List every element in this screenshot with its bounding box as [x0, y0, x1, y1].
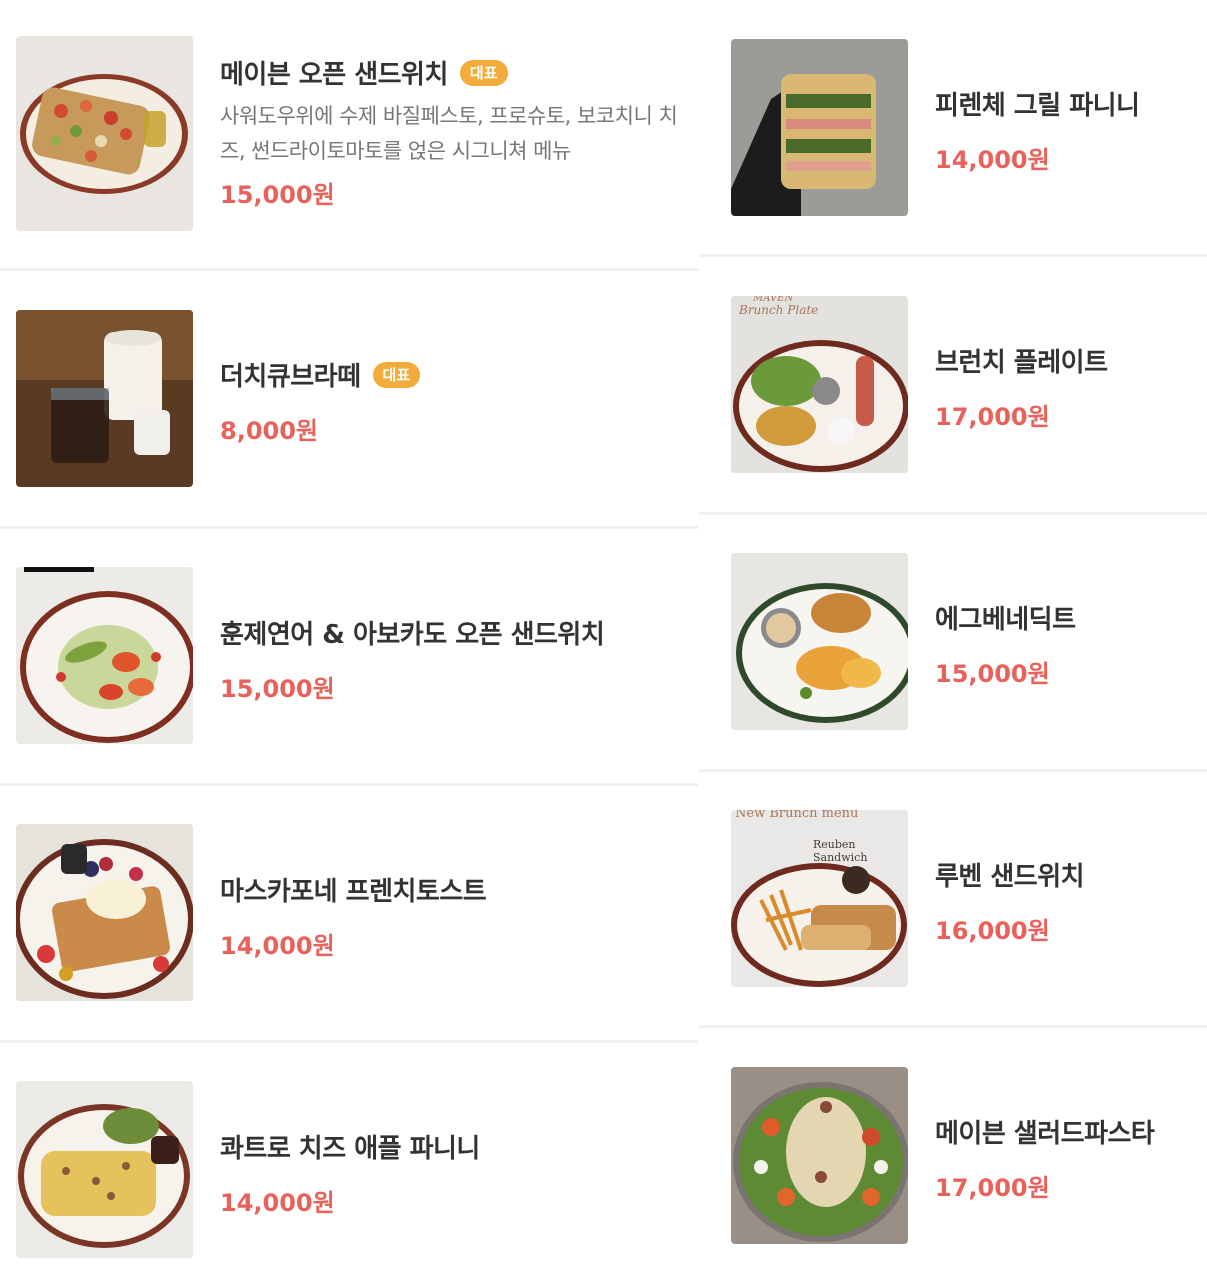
menu-item-price: 15,000원: [220, 675, 335, 703]
menu-item-info: 메이븐 오픈 샌드위치 대표 사워도우위에 수제 바질페스토, 프로슈토, 보코…: [220, 54, 690, 210]
menu-column-left: 메이븐 오픈 샌드위치 대표 사워도우위에 수제 바질페스토, 프로슈토, 보코…: [0, 0, 698, 1270]
menu-item[interactable]: MAVEN Brunch Plate 브런치 플레이트 17,000원: [699, 257, 1207, 513]
menu-item-name-row: 브런치 플레이트: [935, 342, 1108, 379]
menu-item-price: 8,000원: [220, 417, 318, 445]
menu-item-photo: [16, 567, 193, 744]
menu-item-name: 루벤 샌드위치: [935, 862, 1085, 892]
menu-item[interactable]: 콰트로 치즈 애플 파니니 14,000원: [0, 1043, 698, 1270]
food-photo-open-sandwich: [16, 36, 193, 231]
signature-badge: 대표: [372, 361, 421, 388]
menu-item-name: 콰트로 치즈 애플 파니니: [220, 1134, 480, 1164]
menu-item-name: 피렌체 그릴 파니니: [935, 91, 1140, 121]
food-photo-reuben: [731, 810, 908, 987]
menu-item-name: 메이븐 샐러드파스타: [935, 1119, 1155, 1149]
menu-item-photo: [731, 39, 908, 216]
food-photo-eggs-benedict: [731, 553, 908, 730]
menu-item-info: 브런치 플레이트 17,000원: [935, 342, 1108, 432]
menu-item-price: 15,000원: [220, 181, 335, 209]
menu-item-name: 메이븐 오픈 샌드위치: [220, 60, 448, 90]
menu-item-photo: [731, 1067, 908, 1244]
menu-item-name-row: 메이븐 오픈 샌드위치 대표: [220, 54, 690, 91]
menu-item-name-row: 마스카포네 프렌치토스트: [220, 871, 487, 908]
menu-item-photo: [731, 553, 908, 730]
menu-item[interactable]: 메이븐 샐러드파스타 17,000원: [699, 1028, 1207, 1270]
menu-item-photo: New Brunch menu Reuben Sandwich: [731, 810, 908, 987]
menu-item-info: 훈제연어 & 아보카도 오픈 샌드위치 15,000원: [220, 614, 605, 704]
food-photo-french-toast: [16, 824, 193, 1001]
menu-item-info: 콰트로 치즈 애플 파니니 14,000원: [220, 1128, 480, 1218]
menu-item-photo: [16, 1081, 193, 1258]
photo-caption-sub: Brunch Plate: [739, 303, 819, 317]
menu-item-price: 14,000원: [220, 932, 335, 960]
food-photo-brunch-plate: [731, 296, 908, 473]
menu-item-info: 마스카포네 프렌치토스트 14,000원: [220, 871, 487, 961]
food-photo-dutch-latte: [16, 310, 193, 487]
photo-caption-top: New Brunch menu: [735, 810, 859, 821]
food-photo-apple-panini: [16, 1081, 193, 1258]
menu-item-photo: [16, 824, 193, 1001]
menu-item-info: 루벤 샌드위치 16,000원: [935, 856, 1085, 946]
menu-item-info: 메이븐 샐러드파스타 17,000원: [935, 1113, 1155, 1203]
menu-item-name: 마스카포네 프렌치토스트: [220, 877, 487, 907]
menu-item[interactable]: 마스카포네 프렌치토스트 14,000원: [0, 786, 698, 1042]
menu-item-name-row: 피렌체 그릴 파니니: [935, 85, 1140, 122]
food-photo-salad-pasta: [731, 1067, 908, 1244]
menu-item-price: 14,000원: [220, 1189, 335, 1217]
menu-item-name: 훈제연어 & 아보카도 오픈 샌드위치: [220, 620, 605, 650]
photo-caption-sub: Reuben Sandwich: [813, 838, 868, 864]
menu-page: 메이븐 오픈 샌드위치 대표 사워도우위에 수제 바질페스토, 프로슈토, 보코…: [0, 0, 1207, 1270]
menu-item-name-row: 콰트로 치즈 애플 파니니: [220, 1128, 480, 1165]
menu-item-name-row: 메이븐 샐러드파스타: [935, 1113, 1155, 1150]
menu-item[interactable]: 메이븐 오픈 샌드위치 대표 사워도우위에 수제 바질페스토, 프로슈토, 보코…: [0, 0, 698, 269]
food-photo-grill-panini: [731, 39, 908, 216]
menu-item-name: 브런치 플레이트: [935, 348, 1108, 378]
food-photo-salmon-avocado: [16, 567, 193, 744]
menu-item-photo: [16, 310, 193, 487]
menu-item[interactable]: 에그베네딕트 15,000원: [699, 514, 1207, 770]
menu-item-info: 에그베네딕트 15,000원: [935, 599, 1076, 689]
menu-item[interactable]: 더치큐브라떼 대표 8,000원: [0, 271, 698, 527]
menu-item-photo: MAVEN Brunch Plate: [731, 296, 908, 473]
menu-item-name-row: 루벤 샌드위치: [935, 856, 1085, 893]
menu-item-price: 14,000원: [935, 146, 1050, 174]
menu-item-name-row: 훈제연어 & 아보카도 오픈 샌드위치: [220, 614, 605, 651]
menu-column-right: 피렌체 그릴 파니니 14,000원 MAVEN Brunch Plate 브런…: [699, 0, 1207, 1270]
menu-item-photo: [16, 36, 193, 231]
menu-item-name-row: 더치큐브라떼 대표: [220, 356, 421, 393]
menu-item-description: 사워도우위에 수제 바질페스토, 프로슈토, 보코치니 치즈, 썬드라이토마토를…: [220, 104, 678, 163]
menu-item-price: 15,000원: [935, 660, 1050, 688]
menu-item-name-row: 에그베네딕트: [935, 599, 1076, 636]
menu-item[interactable]: New Brunch menu Reuben Sandwich 루벤 샌드위치 …: [699, 771, 1207, 1027]
menu-item-price: 17,000원: [935, 1174, 1050, 1202]
menu-item-info: 더치큐브라떼 대표 8,000원: [220, 356, 421, 446]
menu-item-info: 피렌체 그릴 파니니 14,000원: [935, 85, 1140, 175]
menu-item-name: 더치큐브라떼: [220, 362, 361, 392]
menu-item-name: 에그베네딕트: [935, 605, 1076, 635]
signature-badge: 대표: [459, 59, 508, 86]
menu-item-price: 16,000원: [935, 917, 1050, 945]
menu-item[interactable]: 피렌체 그릴 파니니 14,000원: [699, 0, 1207, 256]
menu-item[interactable]: 훈제연어 & 아보카도 오픈 샌드위치 15,000원: [0, 529, 698, 785]
menu-item-price: 17,000원: [935, 403, 1050, 431]
